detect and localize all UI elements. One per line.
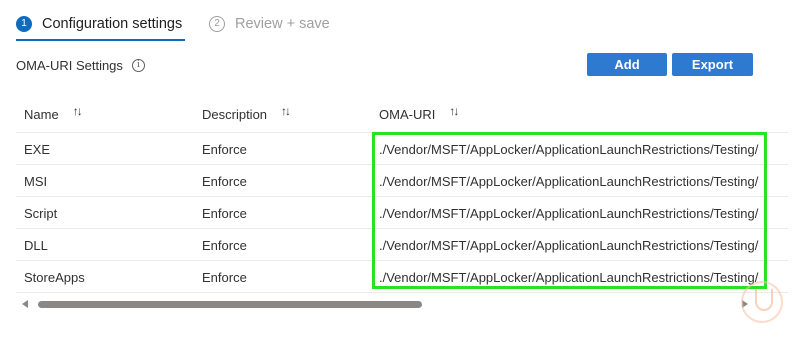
export-button[interactable]: Export xyxy=(672,53,753,76)
table-row[interactable]: MSI Enforce ./Vendor/MSFT/AppLocker/Appl… xyxy=(16,165,788,197)
step-label: Configuration settings xyxy=(42,16,183,32)
table-row[interactable]: Script Enforce ./Vendor/MSFT/AppLocker/A… xyxy=(16,197,788,229)
table-row[interactable]: StoreApps Enforce ./Vendor/MSFT/AppLocke… xyxy=(16,261,788,293)
wizard-steps: 1 Configuration settings 2 Review + save xyxy=(16,12,416,42)
cell-description: Enforce xyxy=(202,238,247,253)
scroll-thumb[interactable] xyxy=(38,301,422,308)
cell-name: DLL xyxy=(24,238,48,253)
cell-oma-uri: ./Vendor/MSFT/AppLocker/ApplicationLaunc… xyxy=(379,174,759,189)
watermark-logo-icon xyxy=(741,281,783,323)
cell-oma-uri: ./Vendor/MSFT/AppLocker/ApplicationLaunc… xyxy=(379,270,759,285)
info-icon[interactable]: i xyxy=(131,59,145,72)
step-number-badge: 2 xyxy=(209,16,225,32)
horizontal-scrollbar[interactable] xyxy=(16,298,788,312)
cell-oma-uri: ./Vendor/MSFT/AppLocker/ApplicationLaunc… xyxy=(379,206,759,221)
column-header-oma-uri[interactable]: OMA-URI ↑↓ xyxy=(379,104,459,123)
cell-oma-uri: ./Vendor/MSFT/AppLocker/ApplicationLaunc… xyxy=(379,238,759,253)
step-label: Review + save xyxy=(235,16,330,32)
cell-description: Enforce xyxy=(202,142,247,157)
table-header: Name ↑↓ Description ↑↓ OMA-URI ↑↓ xyxy=(16,98,788,133)
sort-icon[interactable]: ↑↓ xyxy=(281,104,291,118)
cell-description: Enforce xyxy=(202,174,247,189)
column-header-name[interactable]: Name ↑↓ xyxy=(24,104,83,123)
table-row[interactable]: DLL Enforce ./Vendor/MSFT/AppLocker/Appl… xyxy=(16,229,788,261)
add-button[interactable]: Add xyxy=(587,53,667,76)
cell-name: EXE xyxy=(24,142,51,157)
sort-icon[interactable]: ↑↓ xyxy=(449,104,459,118)
wizard-step-review[interactable]: 2 Review + save xyxy=(209,12,330,36)
cell-name: StoreApps xyxy=(24,270,85,285)
cell-name: MSI xyxy=(24,174,48,189)
cell-description: Enforce xyxy=(202,206,247,221)
section-header: OMA-URI Settings i xyxy=(16,58,145,73)
section-title: OMA-URI Settings xyxy=(16,58,123,73)
cell-oma-uri: ./Vendor/MSFT/AppLocker/ApplicationLaunc… xyxy=(379,142,759,157)
cell-name: Script xyxy=(24,206,58,221)
scroll-left-arrow-icon[interactable] xyxy=(22,300,28,308)
active-step-underline xyxy=(16,39,185,41)
cell-description: Enforce xyxy=(202,270,247,285)
wizard-step-configuration[interactable]: 1 Configuration settings xyxy=(16,12,182,36)
sort-icon[interactable]: ↑↓ xyxy=(73,104,83,118)
step-number-badge: 1 xyxy=(16,16,32,32)
column-header-description[interactable]: Description ↑↓ xyxy=(202,104,291,123)
table-row[interactable]: EXE Enforce ./Vendor/MSFT/AppLocker/Appl… xyxy=(16,133,788,165)
